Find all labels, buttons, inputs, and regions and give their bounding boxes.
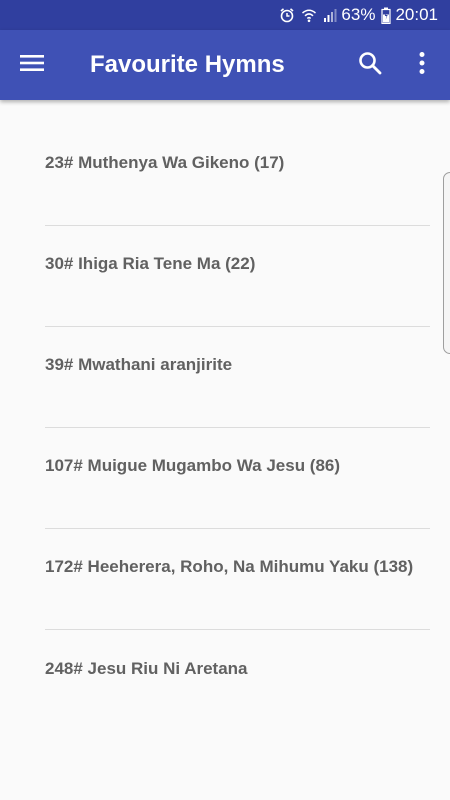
alarm-icon — [279, 7, 295, 23]
hymn-title: 107# Muigue Mugambo Wa Jesu (86) — [45, 456, 341, 475]
status-bar: 63% 20:01 — [0, 0, 450, 30]
list-item[interactable]: 30# Ihiga Ria Tene Ma (22) — [45, 226, 430, 327]
hymn-title: 248# Jesu Riu Ni Aretana — [45, 659, 248, 678]
page-title: Favourite Hymns — [90, 51, 285, 78]
hymn-list: 23# Muthenya Wa Gikeno (17) 30# Ihiga Ri… — [0, 100, 450, 731]
list-item[interactable]: 39# Mwathani aranjirite — [45, 327, 430, 428]
app-bar: Favourite Hymns — [0, 30, 450, 100]
menu-button[interactable] — [10, 43, 54, 87]
list-item[interactable]: 23# Muthenya Wa Gikeno (17) — [45, 100, 430, 226]
search-icon — [358, 51, 382, 80]
signal-icon — [323, 7, 337, 23]
fast-scroll-handle[interactable] — [443, 172, 450, 354]
list-item[interactable]: 172# Heeherera, Roho, Na Mihumu Yaku (13… — [45, 529, 430, 630]
list-item[interactable]: 248# Jesu Riu Ni Aretana — [45, 630, 430, 731]
hymn-title: 30# Ihiga Ria Tene Ma (22) — [45, 254, 256, 273]
search-button[interactable] — [348, 43, 392, 87]
hymn-title: 172# Heeherera, Roho, Na Mihumu Yaku (13… — [45, 557, 414, 576]
overflow-menu-button[interactable] — [400, 43, 444, 87]
clock: 20:01 — [395, 5, 438, 24]
menu-icon — [19, 53, 45, 78]
list-item[interactable]: 107# Muigue Mugambo Wa Jesu (86) — [45, 428, 430, 529]
wifi-icon — [301, 7, 317, 23]
battery-percent: 63% — [341, 5, 376, 24]
hymn-title: 23# Muthenya Wa Gikeno (17) — [45, 153, 285, 172]
more-vert-icon — [418, 51, 426, 80]
hymn-title: 39# Mwathani aranjirite — [45, 355, 233, 374]
battery-icon — [381, 7, 392, 24]
